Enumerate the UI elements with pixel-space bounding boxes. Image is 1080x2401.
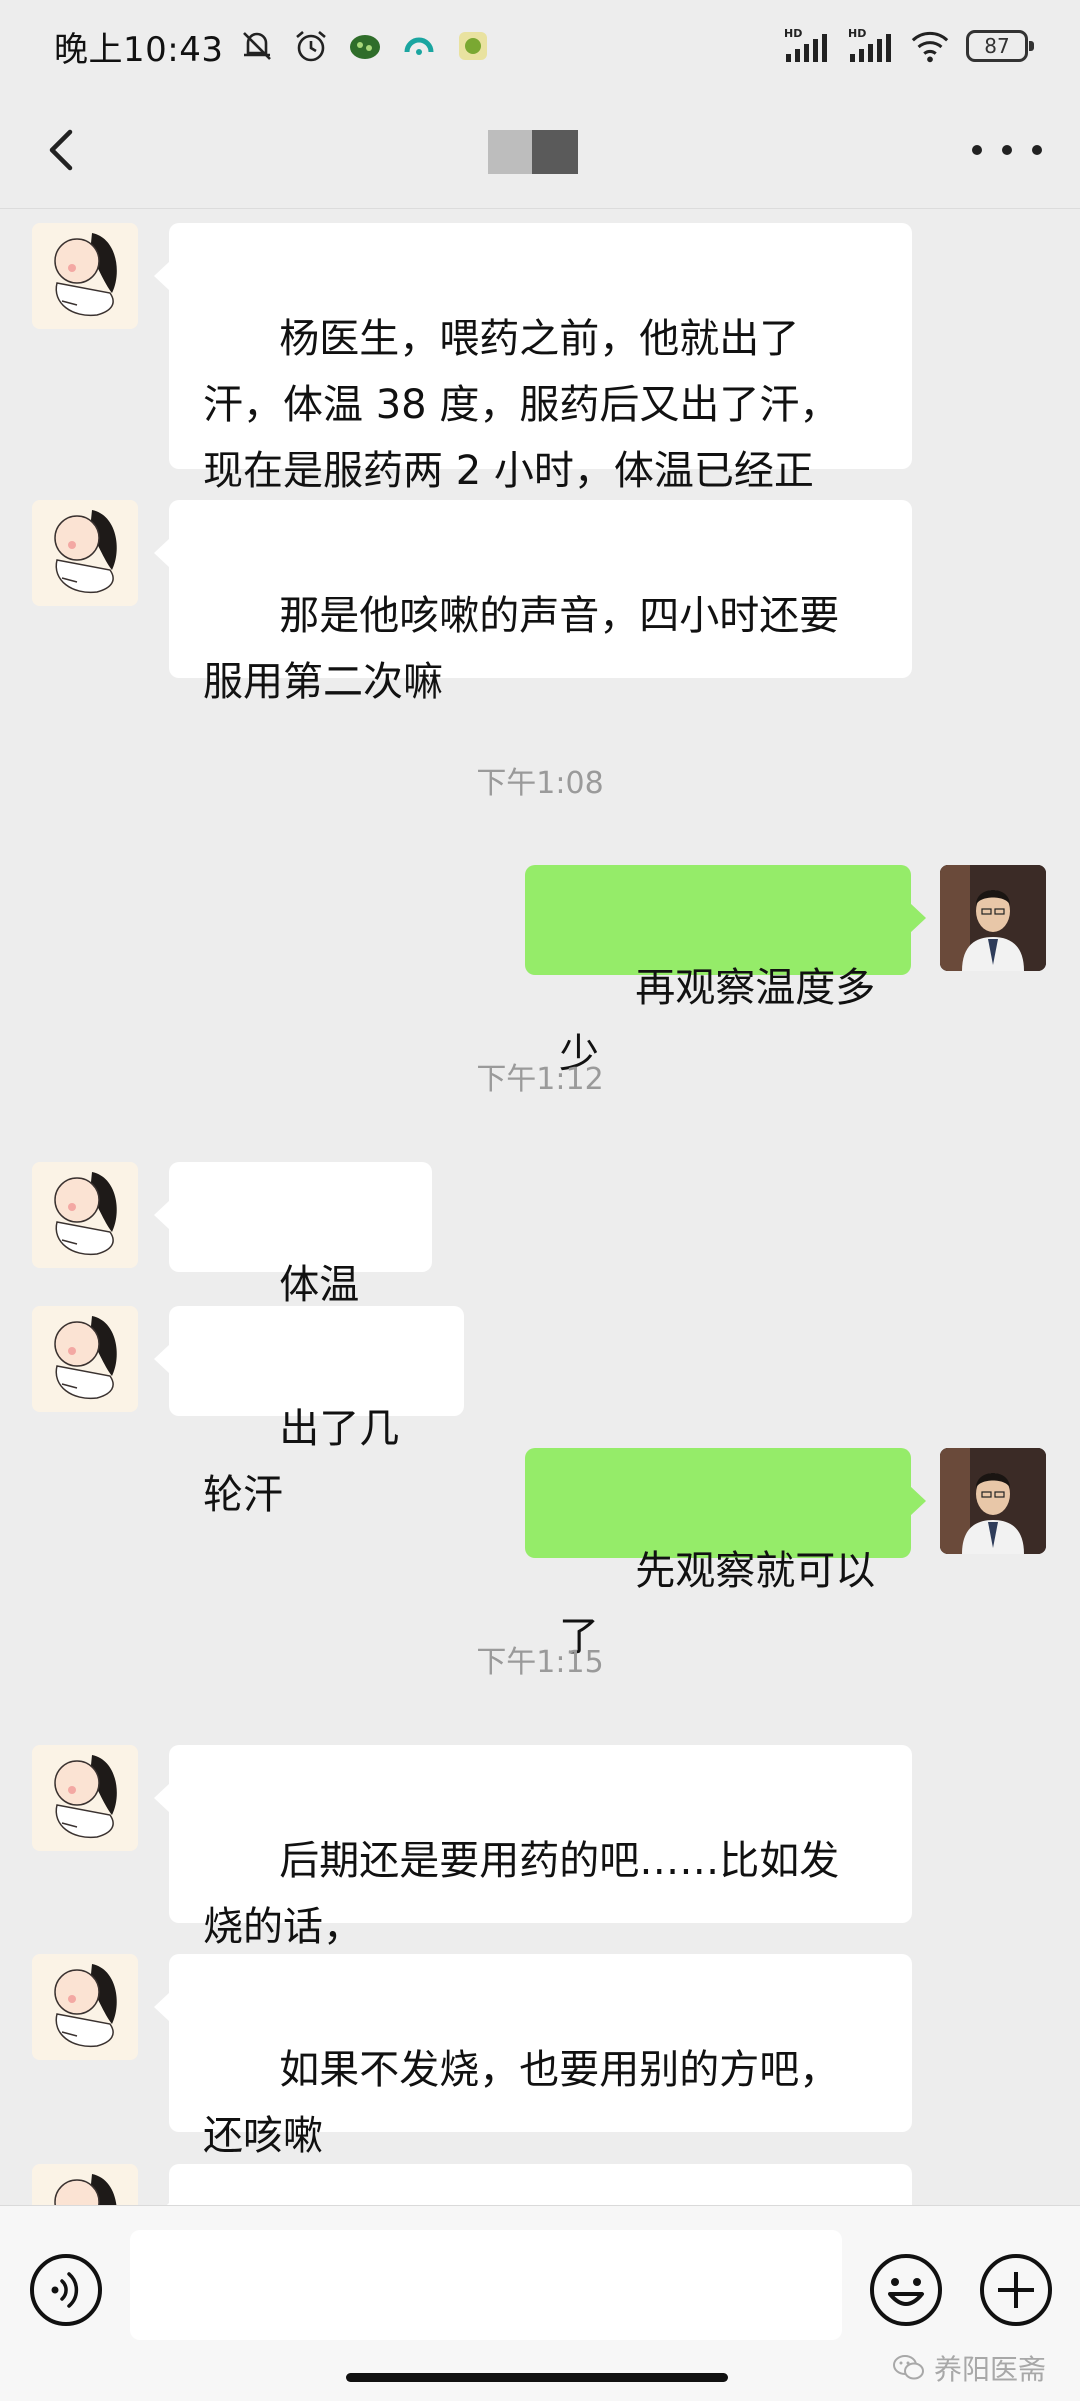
status-time: 晚上10:43 xyxy=(54,29,224,70)
signal-strength-icon-2: HD xyxy=(846,26,894,66)
redacted-chat-title xyxy=(488,130,578,174)
message-bubble[interactable]: 体温正常， xyxy=(154,1162,432,1374)
avatar-baby[interactable] xyxy=(32,1162,138,1268)
message-bubble[interactable]: 后期还是要用药的吧……比如发烧的话， xyxy=(154,1745,912,1950)
message-bubble[interactable] xyxy=(154,2164,912,2205)
avatar-baby[interactable] xyxy=(32,223,138,329)
battery-indicator: 87 xyxy=(966,30,1034,62)
message-bubble[interactable]: 先观察就可以了 xyxy=(525,1448,926,1660)
message-bubble[interactable]: 如果不发烧，也要用别的方吧，还咳嗽 xyxy=(154,1954,912,2159)
battery-level: 87 xyxy=(984,34,1010,58)
wifi-icon xyxy=(910,26,950,66)
timestamp: 下午1:15 xyxy=(476,1645,604,1680)
message-bubble[interactable]: 出了几轮汗 xyxy=(154,1306,464,1518)
message-incoming: 那是他咳嗽的声音，四小时还要服用第二次嘛 xyxy=(0,500,1080,705)
message-bubble[interactable]: 那是他咳嗽的声音，四小时还要服用第二次嘛 xyxy=(154,500,912,705)
svg-text:HD: HD xyxy=(784,27,802,40)
message-incoming: 体温正常， xyxy=(0,1162,1080,1374)
chat-header xyxy=(0,92,1080,209)
mute-notifications-icon xyxy=(237,26,277,66)
timestamp: 下午1:12 xyxy=(476,1062,604,1097)
input-bar: 养阳医斋 xyxy=(0,2205,1080,2401)
message-outgoing: 再观察温度多少 xyxy=(0,865,1080,1077)
message-incoming: 如果不发烧，也要用别的方吧，还咳嗽 xyxy=(0,1954,1080,2159)
app-notification-icon-3 xyxy=(453,26,493,66)
alarm-clock-icon xyxy=(291,26,331,66)
back-button[interactable] xyxy=(34,118,94,182)
message-incoming: 出了几轮汗 xyxy=(0,1306,1080,1518)
message-outgoing: 先观察就可以了 xyxy=(0,1448,1080,1660)
message-text: 如果不发烧，也要用别的方吧，还咳嗽 xyxy=(203,2047,840,2159)
message-incoming: 后期还是要用药的吧……比如发烧的话， xyxy=(0,1745,1080,1950)
avatar-baby[interactable] xyxy=(32,1306,138,1412)
avatar-baby[interactable] xyxy=(32,2164,138,2205)
signal-strength-icon: HD xyxy=(782,26,830,66)
avatar-baby[interactable] xyxy=(32,1954,138,2060)
message-bubble[interactable]: 再观察温度多少 xyxy=(525,865,926,1077)
plus-icon xyxy=(980,2254,1052,2326)
watermark-text: 养阳医斋 xyxy=(933,2353,1046,2386)
voice-icon xyxy=(30,2254,102,2326)
wechat-logo-icon xyxy=(892,2355,924,2380)
emoji-icon xyxy=(870,2254,942,2326)
message-input[interactable] xyxy=(130,2230,842,2340)
chat-messages[interactable]: 杨医生，喂药之前，他就出了汗，体温 38 度，服药后又出了汗，现在是服药两 2 … xyxy=(0,209,1080,2205)
more-dots-icon xyxy=(972,145,982,155)
message-text: 那是他咳嗽的声音，四小时还要服用第二次嘛 xyxy=(203,593,840,705)
avatar-baby[interactable] xyxy=(32,1745,138,1851)
watermark: 养阳医斋 xyxy=(892,2348,1046,2388)
more-options-button[interactable] xyxy=(972,132,1042,168)
avatar-doctor[interactable] xyxy=(940,1448,1046,1554)
message-text: 后期还是要用药的吧……比如发烧的话， xyxy=(203,1838,840,1950)
svg-text:HD: HD xyxy=(848,27,866,40)
voice-input-button[interactable] xyxy=(28,2252,104,2328)
avatar-baby[interactable] xyxy=(32,500,138,606)
avatar-doctor[interactable] xyxy=(940,865,1046,971)
message-incoming: 杨医生，喂药之前，他就出了汗，体温 38 度，服药后又出了汗，现在是服药两 2 … xyxy=(0,223,1080,560)
chevron-left-icon xyxy=(49,129,73,171)
app-notification-icon xyxy=(345,26,385,66)
message-incoming-partial xyxy=(0,2164,1080,2205)
app-notification-icon-2 xyxy=(399,26,439,66)
home-indicator[interactable] xyxy=(346,2373,728,2382)
more-actions-button[interactable] xyxy=(978,2252,1054,2328)
status-bar: 晚上10:43 HD HD 87 xyxy=(0,0,1080,92)
message-bubble[interactable]: 杨医生，喂药之前，他就出了汗，体温 38 度，服药后又出了汗，现在是服药两 2 … xyxy=(154,223,912,560)
emoji-button[interactable] xyxy=(868,2252,944,2328)
timestamp: 下午1:08 xyxy=(476,766,604,801)
